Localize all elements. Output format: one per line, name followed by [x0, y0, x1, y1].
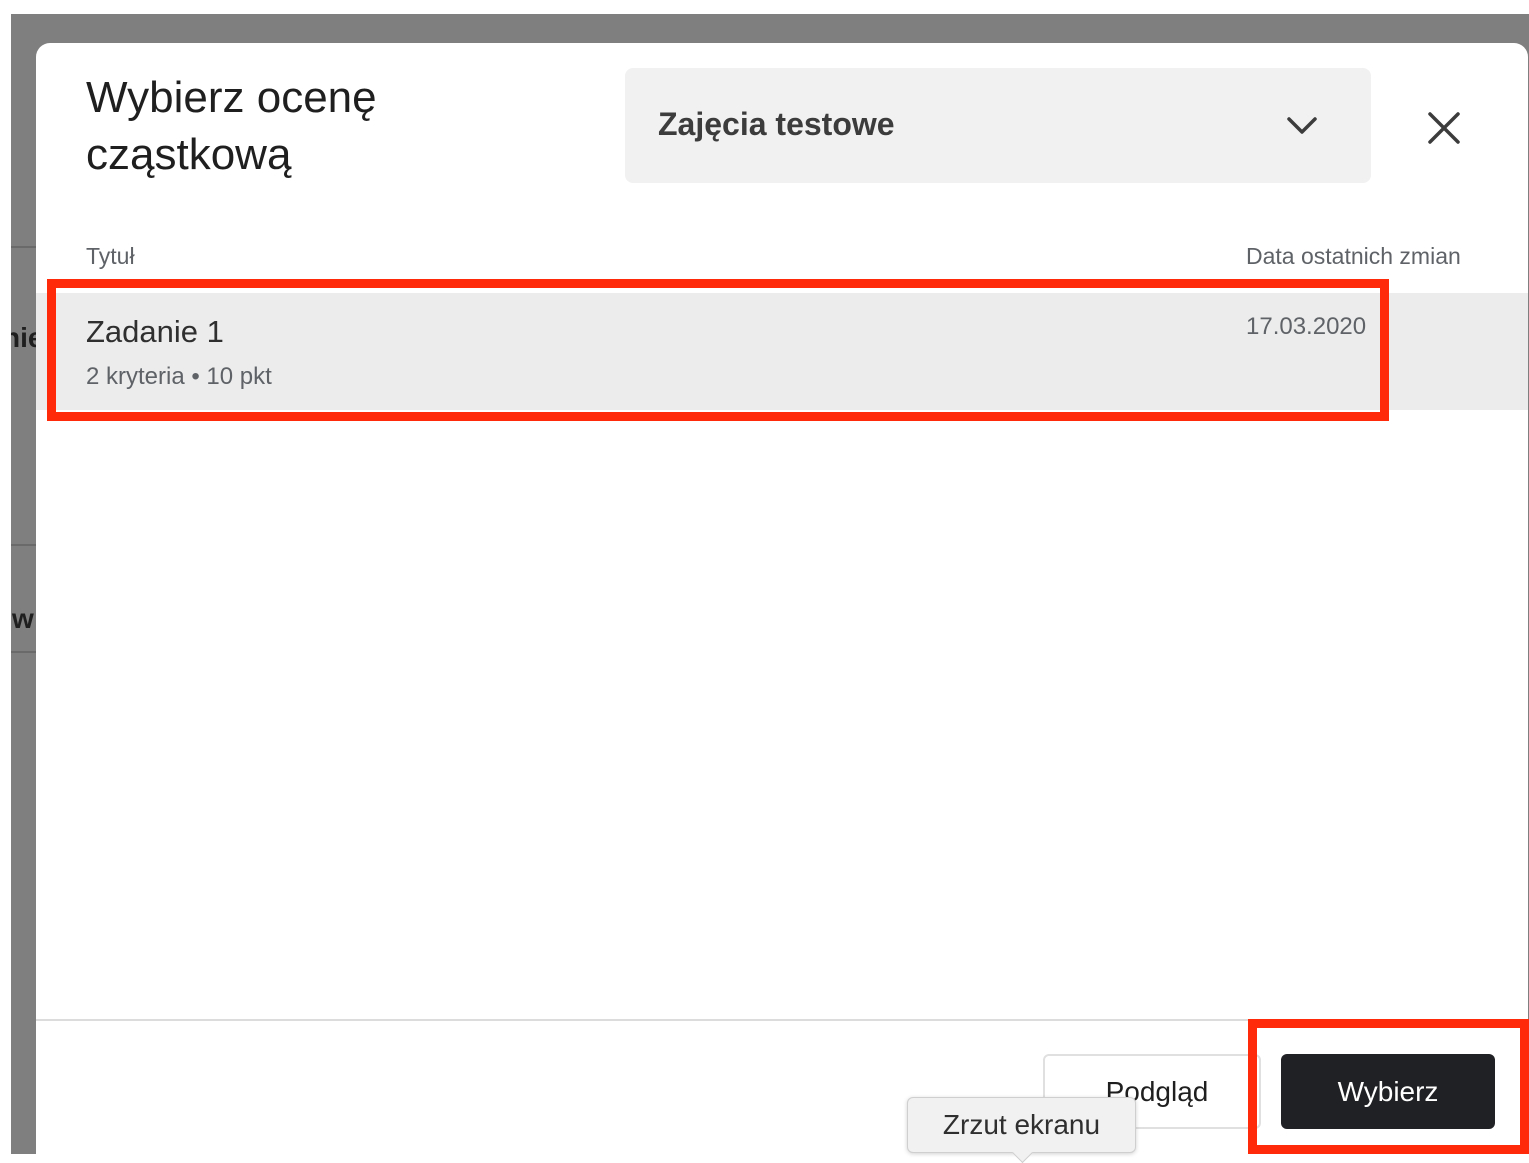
rubric-title: Zadanie 1: [86, 314, 224, 349]
backdrop-divider: [11, 246, 37, 248]
class-select-value: Zajęcia testowe: [658, 106, 895, 142]
close-icon: [1428, 112, 1460, 144]
backdrop-partial-text: w: [12, 603, 34, 634]
close-button[interactable]: [1419, 103, 1469, 153]
footer-divider: [36, 1019, 1528, 1021]
chevron-down-icon: [1287, 117, 1317, 134]
select-grade-dialog: Wybierz ocenę cząstkową Zajęcia testowe …: [36, 43, 1528, 1154]
column-header-date[interactable]: Data ostatnich zmian: [1246, 243, 1461, 270]
backdrop-divider: [11, 651, 37, 653]
select-button[interactable]: Wybierz: [1281, 1054, 1495, 1129]
rubric-meta: 2 kryteria • 10 pkt: [86, 363, 272, 390]
rubric-date: 17.03.2020: [1246, 313, 1367, 340]
dialog-title: Wybierz ocenę cząstkową: [86, 73, 377, 179]
rubric-row[interactable]: Zadanie 1 2 kryteria • 10 pkt 17.03.2020: [36, 293, 1528, 410]
class-select-dropdown[interactable]: Zajęcia testowe: [625, 68, 1371, 183]
backdrop-divider: [11, 544, 37, 546]
column-header-title[interactable]: Tytuł: [86, 243, 135, 270]
page: nie w Wybierz ocenę cząstkową Zajęcia te…: [0, 0, 1529, 1163]
